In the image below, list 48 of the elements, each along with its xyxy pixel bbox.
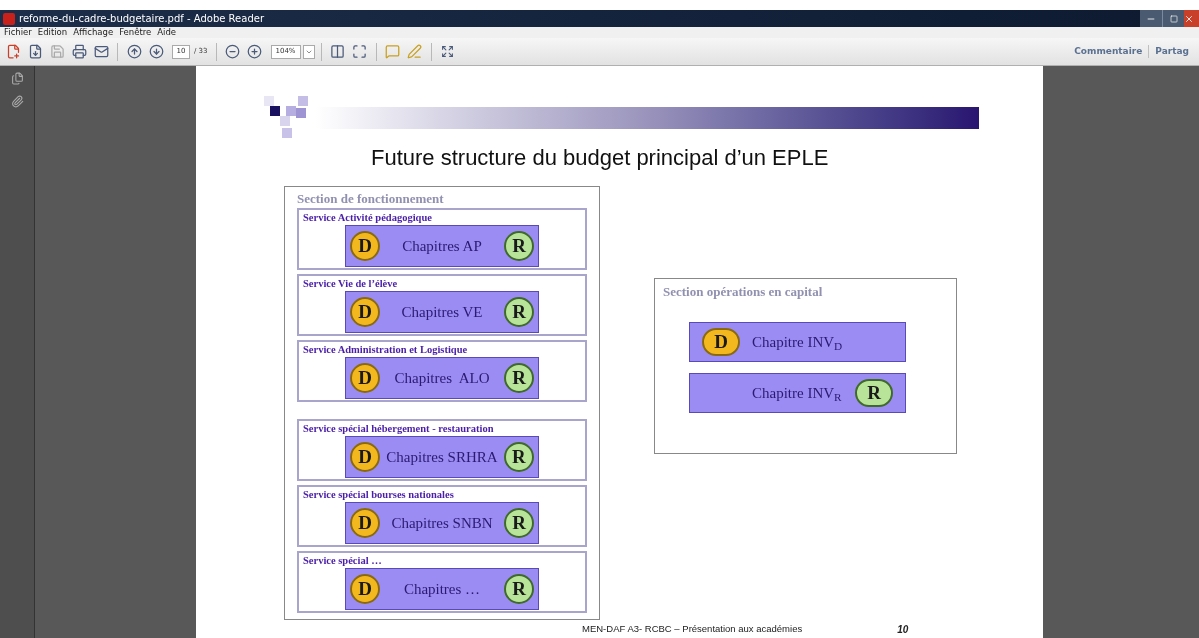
service-title: Service spécial bourses nationales <box>303 488 455 501</box>
page-number: 10 <box>897 623 909 637</box>
close-button[interactable] <box>1184 10 1199 27</box>
letter-badge: R <box>504 231 534 261</box>
section-title: Section de fonctionnement <box>297 192 445 205</box>
letter-badge: D <box>702 328 740 356</box>
chapter-label: Chapitres … <box>403 579 481 599</box>
menu-item[interactable]: Edition <box>37 28 68 37</box>
service-title: Service Activité pédagogique <box>303 211 433 224</box>
service-title: Service spécial hébergement - restauration <box>303 422 495 435</box>
menu-item[interactable]: Affichage <box>73 28 114 37</box>
chapter-label: Chapitres ALO <box>394 368 490 388</box>
chapter-label: Chapitres SNBN <box>391 513 493 533</box>
letter-badge: R <box>504 508 534 538</box>
letter-badge: R <box>504 297 534 327</box>
dropdown-button[interactable] <box>302 44 315 59</box>
close-icon <box>1184 13 1194 24</box>
chapter-label: Chapitre INV$_{R}$ <box>752 383 842 405</box>
paperclip-icon[interactable] <box>10 95 24 108</box>
toolbar-link[interactable]: Commentaire <box>1068 44 1149 59</box>
letter-badge: D <box>350 574 380 604</box>
letter-badge: D <box>350 297 380 327</box>
letter-badge: R <box>855 379 893 407</box>
letter-badge: D <box>350 442 380 472</box>
service-title: Service Administration et Logistique <box>303 343 469 356</box>
letter-badge: R <box>504 574 534 604</box>
service-title: Service Vie de l’élève <box>303 277 399 290</box>
menu-item[interactable]: Fenêtre <box>119 28 152 37</box>
service-title: Service spécial … <box>303 554 383 567</box>
chapter-label: Chapitre INV$_{D}$ <box>752 332 843 354</box>
chapter-label: Chapitres AP <box>402 236 482 256</box>
toolbar-link[interactable]: Partag <box>1148 44 1195 59</box>
chapter-label: Chapitres SRHRA <box>386 447 498 467</box>
chapter-label: Chapitres VE <box>401 302 483 322</box>
letter-badge: D <box>350 231 380 261</box>
letter-badge: D <box>350 508 380 538</box>
window-title: reforme-du-cadre-budgetaire.pdf - Adobe Reader <box>19 13 264 24</box>
slide-title: Future structure du budget principal d’un EPLE <box>370 147 830 169</box>
letter-badge: R <box>504 442 534 472</box>
slide-footer: MEN-DAF A3- RCBC – Présentation aux académies <box>582 622 803 637</box>
minimize-button[interactable] <box>1140 10 1162 27</box>
pages-icon[interactable] <box>10 72 24 85</box>
menu-item[interactable]: Aide <box>157 28 177 37</box>
letter-badge: D <box>350 363 380 393</box>
menu-item[interactable]: Fichier <box>4 28 32 37</box>
restore-icon <box>1169 14 1178 23</box>
letter-badge: R <box>504 363 534 393</box>
section-title: Section opérations en capital <box>663 285 824 298</box>
